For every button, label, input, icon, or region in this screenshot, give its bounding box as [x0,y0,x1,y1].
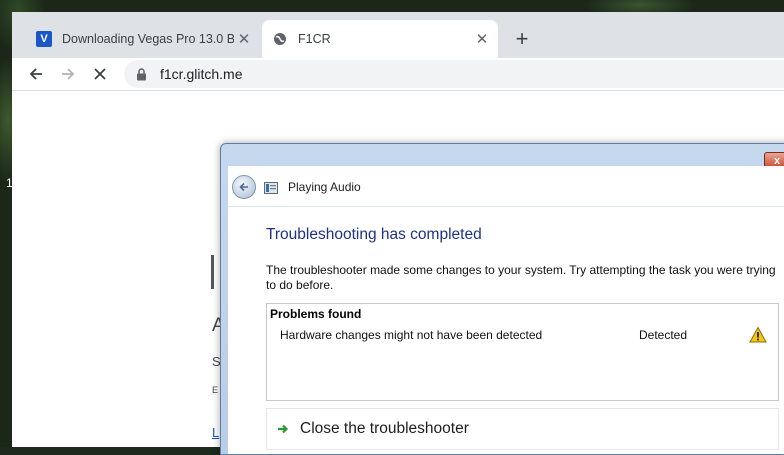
browser-toolbar: f1cr.glitch.me [12,58,784,91]
new-tab-button[interactable]: + [510,26,534,51]
back-arrow-icon[interactable] [232,175,256,199]
green-arrow-icon [276,422,290,436]
tab-strip: V Downloading Vegas Pro 13.0 Bui ✕ F1CR … [12,12,784,58]
problems-found-panel: Problems found Hardware changes might no… [266,303,779,401]
completion-description: The troubleshooter made some changes to … [266,263,776,292]
tab-f1cr[interactable]: F1CR ✕ [262,20,498,58]
dialog-header: Playing Audio [228,166,784,207]
tab-close-icon[interactable]: ✕ [472,29,492,49]
completion-heading: Troubleshooting has completed [266,226,482,243]
problem-status: Detected [639,328,688,342]
tab-vegas-download[interactable]: V Downloading Vegas Pro 13.0 Bui ✕ [26,20,260,58]
problems-header: Problems found [270,307,362,321]
forward-arrow-icon[interactable] [56,62,80,86]
tab-title: Downloading Vegas Pro 13.0 Bui [62,32,234,46]
tab-close-icon[interactable]: ✕ [234,29,254,49]
vegas-favicon-icon: V [36,31,52,47]
lock-icon [134,67,148,81]
page-fragment-text: E [212,385,219,395]
tab-title: F1CR [298,32,331,46]
address-bar[interactable]: f1cr.glitch.me [124,60,784,88]
page-fragment-link[interactable]: L [212,425,219,440]
dialog-body: Troubleshooting has completed The troubl… [228,207,784,454]
url-text: f1cr.glitch.me [160,66,243,82]
dialog-title: Playing Audio [288,180,361,194]
close-troubleshooter-link[interactable]: Close the troubleshooter [266,408,779,450]
problem-row[interactable]: Hardware changes might not have been det… [267,326,778,346]
close-troubleshooter-label: Close the troubleshooter [300,420,469,437]
problem-name: Hardware changes might not have been det… [280,328,543,342]
page-fragment-border [211,255,214,289]
back-arrow-icon[interactable] [24,62,48,86]
troubleshooter-window: x Playing Audio Troubleshooting has comp… [220,143,784,455]
globe-icon [272,31,288,47]
troubleshooter-app-icon [264,181,278,194]
warning-icon [749,326,767,344]
stop-loading-icon[interactable] [88,62,112,86]
